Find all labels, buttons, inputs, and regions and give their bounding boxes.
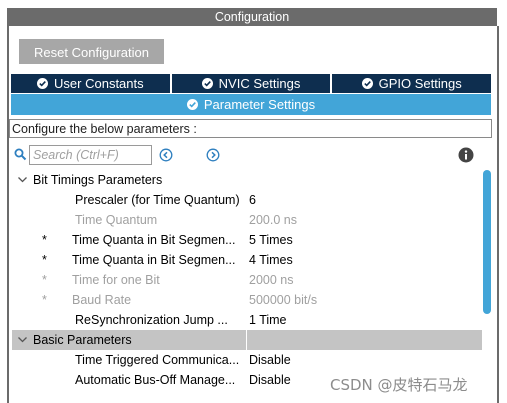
window-title: Configuration: [7, 8, 497, 26]
configuration-window: Configuration Reset Configuration User C…: [0, 0, 507, 403]
param-name: ReSynchronization Jump ...: [75, 313, 228, 327]
param-value[interactable]: 4 Times: [249, 250, 293, 270]
search-input[interactable]: [29, 145, 152, 165]
param-value: 500000 bit/s: [249, 293, 318, 307]
tab-user-constants[interactable]: User Constants: [11, 74, 170, 93]
previous-match-icon[interactable]: [159, 148, 173, 165]
param-value[interactable]: Disable: [249, 350, 291, 370]
param-name: Time Quantum: [75, 213, 158, 227]
param-name: Automatic Bus-Off Manage...: [75, 373, 236, 387]
param-row: * Baud Rate 500000 bit/s: [12, 290, 482, 310]
param-name: Time Quanta in Bit Segmen...: [72, 233, 236, 247]
tab-nvic-settings[interactable]: NVIC Settings: [171, 74, 331, 93]
check-circle-icon: [201, 78, 213, 89]
required-marker: *: [42, 293, 47, 307]
param-row[interactable]: * Time Quanta in Bit Segmen... 4 Times: [12, 250, 482, 270]
tab-parameter-settings[interactable]: Parameter Settings: [11, 94, 491, 115]
check-circle-icon: [186, 99, 198, 110]
param-value[interactable]: 1 Time: [249, 310, 287, 330]
tab-label: User Constants: [54, 76, 144, 91]
param-row[interactable]: Prescaler (for Time Quantum) 6: [12, 190, 482, 210]
param-value: 200.0 ns: [249, 213, 297, 227]
tab-label: GPIO Settings: [378, 76, 462, 91]
reset-configuration-button[interactable]: Reset Configuration: [19, 39, 164, 64]
param-row: * Time for one Bit 2000 ns: [12, 270, 482, 290]
search-icon: [14, 148, 27, 164]
group-basic-parameters[interactable]: Basic Parameters: [12, 330, 482, 350]
scrollbar-thumb[interactable]: [483, 170, 491, 314]
tab-gpio-settings[interactable]: GPIO Settings: [332, 74, 492, 93]
required-marker: *: [42, 273, 47, 287]
param-name: Time Quanta in Bit Segmen...: [72, 253, 236, 267]
required-marker: *: [42, 233, 47, 247]
watermark: CSDN @皮特石马龙: [330, 376, 468, 394]
param-row[interactable]: * Time Quanta in Bit Segmen... 5 Times: [12, 230, 482, 250]
tab-label: Parameter Settings: [203, 97, 316, 112]
param-name: Time for one Bit: [72, 273, 160, 287]
param-name: Baud Rate: [72, 293, 132, 307]
info-icon[interactable]: [458, 147, 474, 166]
param-row[interactable]: ReSynchronization Jump ... 1 Time: [12, 310, 482, 330]
param-row: Time Quantum 200.0 ns: [12, 210, 482, 230]
group-label: Bit Timings Parameters: [33, 173, 163, 187]
check-circle-icon: [361, 78, 373, 89]
next-match-icon[interactable]: [206, 148, 220, 165]
param-value[interactable]: Disable: [249, 370, 291, 390]
tab-label: NVIC Settings: [218, 76, 301, 91]
column-divider: [246, 330, 247, 350]
param-row[interactable]: Time Triggered Communica... Disable: [12, 350, 482, 370]
required-marker: *: [42, 253, 47, 267]
parameter-tree: Bit Timings Parameters Prescaler (for Ti…: [12, 170, 482, 393]
check-circle-icon: [37, 78, 49, 89]
param-value[interactable]: 6: [249, 190, 256, 210]
param-value[interactable]: 5 Times: [249, 230, 293, 250]
param-name: Prescaler (for Time Quantum): [75, 193, 240, 207]
param-value: 2000 ns: [249, 273, 294, 287]
tab-bar: User Constants NVIC Settings GPIO Settin…: [11, 74, 492, 93]
param-name: Time Triggered Communica...: [75, 353, 240, 367]
group-label: Basic Parameters: [33, 333, 132, 347]
parameters-description: Configure the below parameters :: [9, 119, 492, 138]
group-bit-timings[interactable]: Bit Timings Parameters: [12, 170, 482, 190]
search-toolbar: [12, 143, 482, 167]
